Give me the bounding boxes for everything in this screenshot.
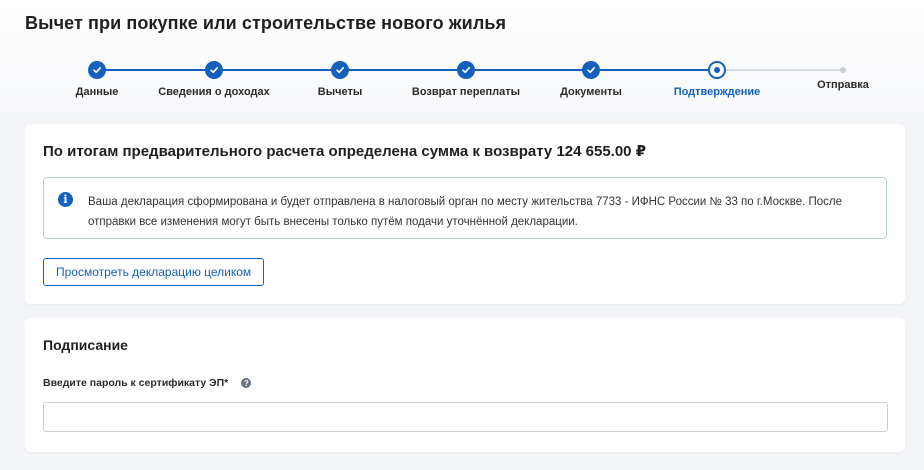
step-7: Отправка [773,58,913,91]
info-notice: i Ваша декларация сформирована и будет о… [43,177,887,239]
question-icon[interactable]: ? [241,378,252,388]
info-icon: i [58,192,73,207]
info-notice-text: Ваша декларация сформирована и будет отп… [88,196,843,228]
check-icon [205,61,223,79]
pending-step-icon [840,67,846,73]
step-label: Подтверждение [673,86,761,98]
certificate-password-input[interactable] [43,402,888,432]
step-label: Сведения о доходах [158,86,270,98]
step-2[interactable]: Сведения о доходах [144,58,284,98]
step-label: Документы [560,86,622,98]
signing-card: Подписание Введите пароль к сертификату … [25,318,905,452]
signing-title: Подписание [43,337,128,353]
current-step-icon [708,61,726,79]
check-icon [582,61,600,79]
view-declaration-button[interactable]: Просмотреть декларацию целиком [43,258,265,286]
step-label: Возврат переплаты [411,86,521,98]
step-6: Подтверждение [647,58,787,98]
step-3[interactable]: Вычеты [270,58,410,98]
progress-stepper: Данные Сведения о доходах Вычеты Возврат пе… [0,58,924,102]
check-icon [457,61,475,79]
step-label: Отправка [817,79,869,91]
check-icon [331,61,349,79]
password-label: Введите пароль к сертификату ЭП* [43,377,229,389]
step-5[interactable]: Документы [521,58,661,98]
summary-card: По итогам предварительного расчета опред… [25,124,905,304]
page-title: Вычет при покупке или строительстве ново… [25,13,507,33]
refund-summary-title: По итогам предварительного расчета опред… [43,143,647,160]
check-icon [88,61,106,79]
password-label-row: Введите пароль к сертификату ЭП* ? [43,377,252,389]
step-4[interactable]: Возврат переплаты [396,58,536,98]
step-label: Вычеты [317,86,363,98]
